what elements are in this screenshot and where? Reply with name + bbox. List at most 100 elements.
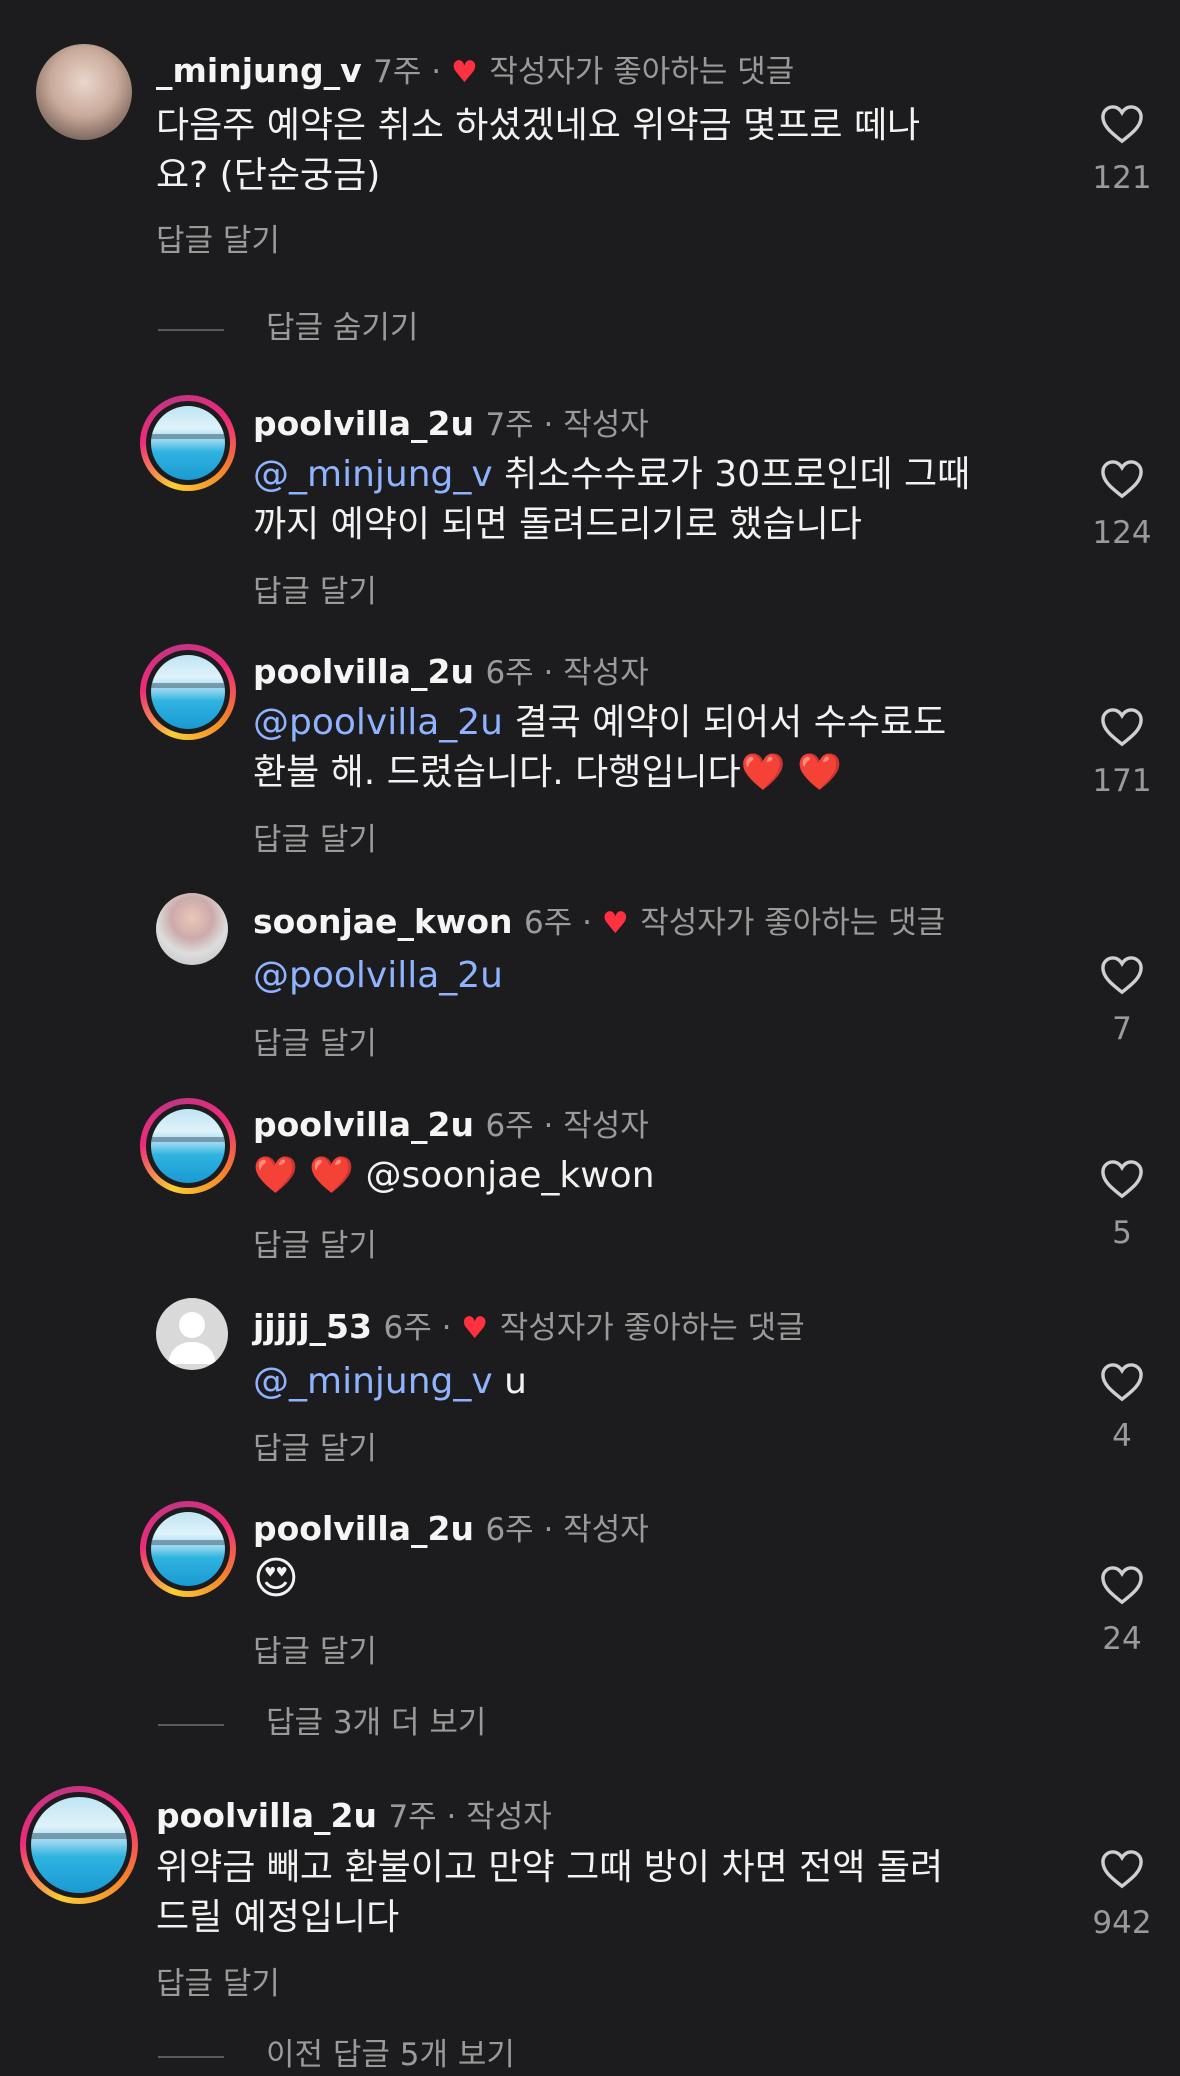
comment-time: 7주 · 작성자 [485,407,649,443]
view-previous-replies-button[interactable]: 이전 답글 5개 보기 [158,2029,515,2074]
comment-username[interactable]: poolvilla_2u 6주 · 작성자 [253,1100,649,1145]
like-button[interactable]: 24 [1082,1563,1162,1657]
divider [158,328,224,331]
reply-button[interactable]: 답글 달기 [253,1626,377,1671]
comment-text: 다음주 예약은 취소 하셨겠네요 위약금 몇프로 떼나 요? (단순궁금) [156,101,920,201]
reply-button[interactable]: 답글 달기 [156,215,280,260]
avatar[interactable] [156,1298,228,1370]
avatar[interactable] [140,644,236,740]
pool-image [31,1797,127,1893]
comment-username[interactable]: _minjung_v 7주 · ♥ 작성자가 좋아하는 댓글 [156,46,794,91]
comment-username[interactable]: soonjae_kwon 6주 · ♥ 작성자가 좋아하는 댓글 [253,897,945,942]
mention-link[interactable]: @_minjung_v [253,454,493,495]
comment-line: 다음주 예약은 취소 하셨겠네요 위약금 몇프로 떼나 [156,105,921,146]
comment-text: @poolvilla_2u 결국 예약이 되어서 수수료도 환불 해. 드렸습니… [253,698,946,798]
comment-emoji: 😍 [253,1553,299,1604]
comment-time: 6주 · 작성자 [485,655,649,691]
username-text: poolvilla_2u [253,404,474,443]
comment-text: @_minjung_v u [253,1357,527,1407]
username-text: _minjung_v [156,51,362,90]
like-button[interactable]: 171 [1082,705,1162,799]
view-more-replies-button[interactable]: 답글 3개 더 보기 [158,1697,486,1742]
comment-time: 7주 · [373,54,451,90]
comment-text: ❤️ ❤️ @soonjae_kwon [253,1151,655,1201]
like-button[interactable]: 121 [1082,102,1162,196]
like-count: 4 [1112,1418,1132,1454]
comment-username[interactable]: poolvilla_2u 7주 · 작성자 [156,1791,552,1836]
comment-line: @soonjae_kwon [365,1155,655,1196]
mention-link[interactable]: @_minjung_v [253,1361,493,1402]
like-button[interactable]: 4 [1082,1360,1162,1454]
reply-button[interactable]: 답글 달기 [253,1220,377,1265]
reply-button[interactable]: 답글 달기 [253,566,377,611]
avatar[interactable] [140,1098,236,1194]
divider [158,2055,224,2058]
username-text: poolvilla_2u [253,1509,474,1548]
hide-replies-label: 답글 숨기기 [266,310,419,346]
author-liked-label: 작성자가 좋아하는 댓글 [499,1310,805,1346]
like-button[interactable]: 124 [1082,457,1162,551]
comment-line: u [492,1361,527,1402]
like-count: 171 [1092,763,1152,799]
avatar[interactable] [156,893,228,965]
like-count: 942 [1092,1905,1152,1941]
mention-link[interactable]: @poolvilla_2u [253,955,503,996]
hide-replies-button[interactable]: 답글 숨기기 [158,302,418,347]
heart-emoji: ❤️ ❤️ [253,1155,366,1196]
heart-icon: ♥ [450,55,478,90]
comment-line: 결국 예약이 되어서 수수료도 [503,702,947,743]
username-text: poolvilla_2u [253,1105,474,1144]
comment-text: @_minjung_v 취소수수료가 30프로인데 그때 까지 예약이 되면 돌… [253,450,970,550]
comment-line: 요? (단순궁금) [156,155,381,196]
comment-line: 위약금 빼고 환불이고 만약 그때 방이 차면 전액 돌려 [156,1847,944,1888]
heart-icon: ♥ [601,906,629,941]
heart-outline-icon [1101,105,1143,144]
comment-text: @poolvilla_2u [253,951,503,1001]
reply-button[interactable]: 답글 달기 [253,1423,377,1468]
like-button[interactable]: 7 [1082,953,1162,1047]
mention-link[interactable]: @poolvilla_2u [253,702,503,743]
comment-line: 취소수수료가 30프로인데 그때 [492,454,971,495]
like-count: 5 [1112,1215,1132,1251]
default-user-icon [168,1312,216,1364]
heart-outline-icon [1101,1160,1143,1199]
like-button[interactable]: 942 [1082,1847,1162,1941]
comment-time: 6주 · 작성자 [485,1108,649,1144]
comment-line: 드릴 예정입니다 [156,1897,400,1938]
comment-time: 6주 · [383,1310,462,1346]
pool-image [151,406,225,480]
comment-username[interactable]: poolvilla_2u 6주 · 작성자 [253,1504,649,1549]
like-button[interactable]: 5 [1082,1157,1162,1251]
heart-outline-icon [1101,1566,1143,1605]
heart-outline-icon [1101,1850,1143,1889]
username-text: soonjae_kwon [253,902,513,941]
divider [158,1723,224,1726]
comment-text: 위약금 빼고 환불이고 만약 그때 방이 차면 전액 돌려 드릴 예정입니다 [156,1843,943,1943]
like-count: 24 [1102,1621,1142,1657]
username-text: poolvilla_2u [253,652,474,691]
heart-outline-icon [1101,956,1143,995]
username-text: poolvilla_2u [156,1796,377,1835]
comment-time: 6주 · [524,905,602,941]
pool-image [151,1512,225,1586]
heart-outline-icon [1101,460,1143,499]
heart-icon: ♥ [461,1311,489,1346]
pool-image [151,1109,225,1183]
avatar[interactable] [36,44,132,140]
reply-button[interactable]: 답글 달기 [253,1018,377,1063]
comment-line: 환불 해. 드렸습니다. 다행입니다❤️ ❤️ [253,752,842,793]
avatar[interactable] [140,1501,236,1597]
avatar[interactable] [20,1786,138,1904]
pool-image [151,655,225,729]
view-previous-label: 이전 답글 5개 보기 [266,2037,515,2073]
username-text: jjjjj_53 [253,1307,372,1346]
avatar[interactable] [140,395,236,491]
reply-button[interactable]: 답글 달기 [156,1958,280,2003]
reply-button[interactable]: 답글 달기 [253,814,377,859]
heart-outline-icon [1101,1363,1143,1402]
comment-username[interactable]: poolvilla_2u 6주 · 작성자 [253,647,649,692]
comment-username[interactable]: jjjjj_53 6주 · ♥ 작성자가 좋아하는 댓글 [253,1302,805,1347]
comment-time: 7주 · 작성자 [388,1799,552,1835]
comment-time: 6주 · 작성자 [485,1512,649,1548]
comment-username[interactable]: poolvilla_2u 7주 · 작성자 [253,399,649,444]
